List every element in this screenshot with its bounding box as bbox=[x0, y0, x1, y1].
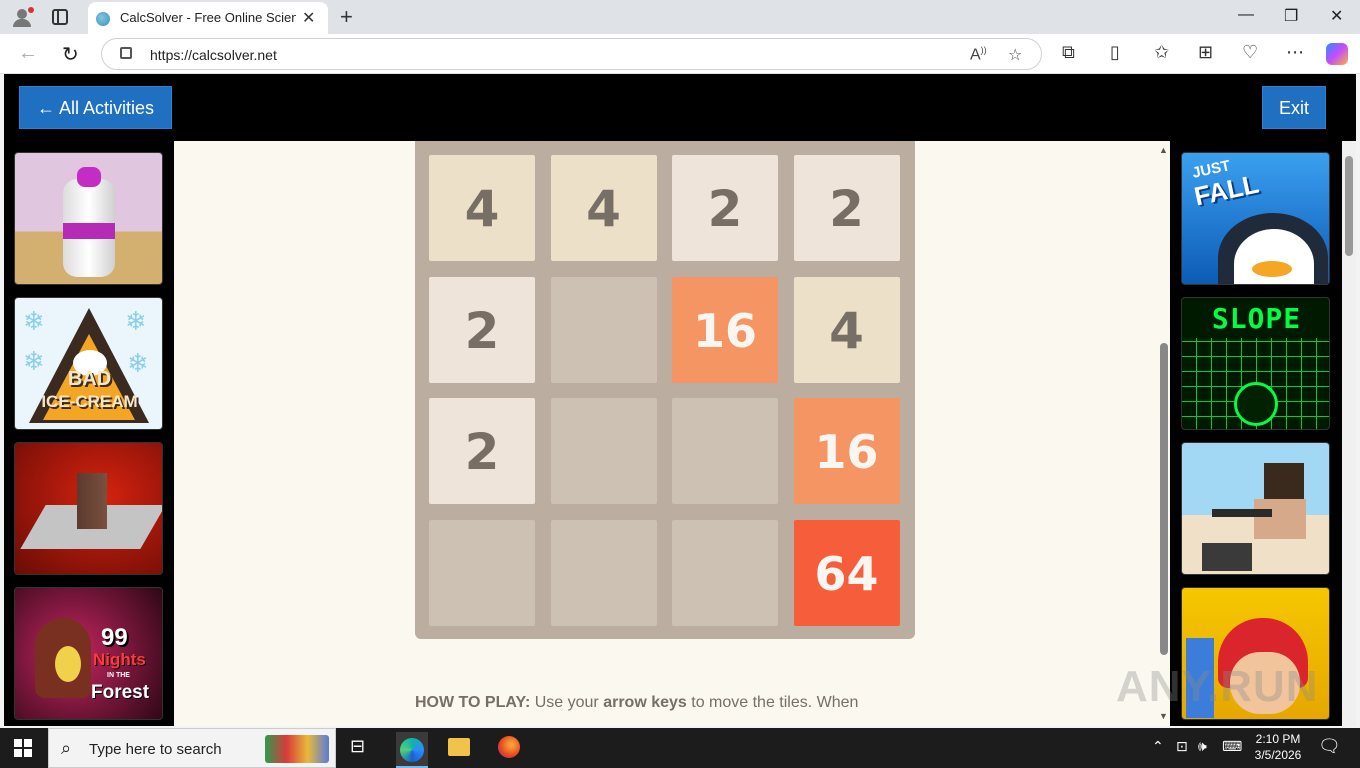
iframe-scroll-thumb[interactable] bbox=[1160, 343, 1168, 655]
address-toolbar: ← ↻ https://calcsolver.net A)) ☆ ⧉ ▯ ✩ ⊞… bbox=[0, 34, 1360, 74]
volume-icon[interactable]: 🕪 bbox=[1198, 738, 1207, 755]
game-thumb-cube[interactable] bbox=[14, 442, 163, 575]
tile-2: 2 bbox=[672, 155, 778, 261]
taskbar-clock[interactable]: 2:10 PM 3/5/2026 bbox=[1248, 731, 1308, 763]
browser-tab-bar: CalcSolver - Free Online Scientific Calc… bbox=[0, 0, 1360, 34]
extensions-icon[interactable]: ⧉ bbox=[1062, 42, 1075, 63]
tile-empty bbox=[550, 276, 657, 383]
exit-button[interactable]: Exit bbox=[1262, 86, 1326, 129]
favorite-star-icon[interactable]: ☆ bbox=[1008, 45, 1022, 65]
address-bar[interactable]: https://calcsolver.net A)) ☆ bbox=[101, 38, 1042, 70]
profile-icon[interactable] bbox=[10, 6, 34, 28]
windows-start-icon[interactable] bbox=[14, 739, 32, 757]
taskbar-search-placeholder: Type here to search bbox=[89, 741, 222, 758]
network-icon[interactable]: ⊡ bbox=[1176, 738, 1188, 755]
more-icon[interactable]: ⋯ bbox=[1286, 42, 1304, 63]
game-content-area: 4 4 2 2 2 16 4 2 16 64 HOW TO PLAY: Use your arro… bbox=[174, 141, 1170, 726]
url-text[interactable]: https://calcsolver.net bbox=[150, 47, 277, 63]
bad-ice-cream-logo-top: BAD bbox=[67, 368, 112, 390]
tile-2: 2 bbox=[429, 398, 535, 504]
tab-title: CalcSolver - Free Online Scientific Calc… bbox=[120, 10, 296, 25]
tile-4: 4 bbox=[429, 155, 535, 261]
how-to-play-text-2: to move the tiles. When bbox=[686, 694, 859, 711]
right-game-list: JUST FALL SLOPE bbox=[1181, 152, 1330, 726]
notifications-icon[interactable]: 🗨 bbox=[1318, 736, 1341, 757]
search-highlight-gifts-icon[interactable] bbox=[265, 735, 329, 763]
site-favicon-icon bbox=[96, 12, 110, 26]
collections-icon[interactable]: ⊞ bbox=[1198, 42, 1213, 63]
tile-2: 2 bbox=[793, 155, 900, 261]
nights-logo-in-the: IN THE bbox=[107, 672, 130, 679]
tile-empty bbox=[672, 519, 778, 626]
game-thumb-shooter[interactable] bbox=[1181, 442, 1330, 575]
how-to-play-label: HOW TO PLAY: bbox=[415, 694, 531, 711]
new-tab-button[interactable]: + bbox=[340, 4, 353, 30]
tile-64: 64 bbox=[793, 519, 900, 626]
lock-icon[interactable] bbox=[120, 47, 132, 59]
how-to-play-text: HOW TO PLAY: Use your arrow keys to move… bbox=[415, 694, 858, 712]
nights-logo-99: 99 bbox=[101, 624, 128, 651]
nights-logo-nights: Nights bbox=[93, 650, 146, 669]
tile-2: 2 bbox=[429, 276, 535, 383]
game-thumb-bad-ice-cream[interactable]: ❄ ❄ ❄ ❄ BAD ICE-CREAM bbox=[14, 297, 163, 430]
how-to-play-arrow-keys: arrow keys bbox=[603, 694, 687, 711]
scroll-up-arrow-icon[interactable]: ▲ bbox=[1159, 145, 1168, 155]
task-view-icon[interactable]: ⊟ bbox=[350, 736, 376, 760]
firefox-icon[interactable] bbox=[498, 736, 520, 758]
page-scroll-thumb[interactable] bbox=[1345, 156, 1353, 256]
clock-time: 2:10 PM bbox=[1255, 732, 1301, 746]
nights-logo-forest: Forest bbox=[91, 682, 150, 703]
tile-4: 4 bbox=[550, 155, 657, 261]
browser-essentials-icon[interactable]: ♡ bbox=[1242, 42, 1258, 63]
search-icon: ⌕ bbox=[61, 738, 72, 758]
page-viewport: ← All Activities Exit ❄ ❄ ❄ ❄ BAD ICE-CR… bbox=[4, 74, 1356, 726]
split-screen-icon[interactable]: ▯ bbox=[1110, 42, 1120, 63]
scroll-down-arrow-icon[interactable]: ▼ bbox=[1159, 711, 1168, 721]
page-scrollbar[interactable] bbox=[1342, 141, 1356, 726]
tile-16: 16 bbox=[672, 276, 778, 383]
tile-empty bbox=[429, 519, 535, 626]
game-thumb-just-fall[interactable]: JUST FALL bbox=[1181, 152, 1330, 285]
how-to-play-text-1: Use your bbox=[530, 694, 604, 711]
minimize-button[interactable]: — bbox=[1238, 6, 1254, 24]
slope-logo: SLOPE bbox=[1211, 302, 1302, 335]
left-game-list: ❄ ❄ ❄ ❄ BAD ICE-CREAM 99 Nights IN THE F… bbox=[14, 152, 163, 726]
tile-empty bbox=[672, 398, 778, 504]
tile-16: 16 bbox=[793, 398, 900, 504]
game-thumb-slope[interactable]: SLOPE bbox=[1181, 297, 1330, 430]
clock-date: 3/5/2026 bbox=[1254, 748, 1302, 762]
game-thumb-99-nights[interactable]: 99 Nights IN THE Forest bbox=[14, 587, 163, 720]
tab-close-icon[interactable]: ✕ bbox=[302, 8, 315, 28]
tile-empty bbox=[550, 398, 657, 504]
taskbar-search-box[interactable]: ⌕ Type here to search bbox=[48, 728, 336, 768]
copilot-icon[interactable] bbox=[1326, 43, 1348, 65]
edge-taskbar-icon[interactable] bbox=[396, 732, 428, 768]
favorites-icon[interactable]: ✩ bbox=[1154, 42, 1169, 63]
tile-empty bbox=[550, 519, 657, 626]
all-activities-button[interactable]: ← All Activities bbox=[19, 86, 172, 129]
reload-button[interactable]: ↻ bbox=[62, 42, 79, 67]
windows-taskbar: ⌕ Type here to search ⊟ ⌃ ⊡ 🕪 ⌨ 2:10 PM … bbox=[0, 728, 1360, 768]
browser-tab[interactable]: CalcSolver - Free Online Scientific Calc… bbox=[88, 2, 328, 34]
back-button[interactable]: ← bbox=[18, 42, 38, 65]
show-hidden-icons-chevron-icon[interactable]: ⌃ bbox=[1152, 738, 1164, 755]
game-thumb-bottle-flip[interactable] bbox=[14, 152, 163, 285]
tab-actions-icon[interactable] bbox=[52, 9, 68, 25]
anyrun-watermark: ANY.RUN bbox=[1116, 662, 1319, 711]
maximize-button[interactable]: ❐ bbox=[1284, 6, 1298, 26]
file-explorer-icon[interactable] bbox=[448, 738, 470, 756]
close-window-button[interactable]: ✕ bbox=[1330, 6, 1343, 26]
tile-4: 4 bbox=[793, 276, 900, 383]
read-aloud-icon[interactable]: A)) bbox=[970, 45, 987, 64]
bad-ice-cream-logo-bottom: ICE-CREAM bbox=[41, 392, 138, 411]
iframe-scrollbar[interactable]: ▲ ▼ bbox=[1158, 141, 1170, 726]
input-method-icon[interactable]: ⌨ bbox=[1222, 738, 1242, 755]
game-board-2048[interactable]: 4 4 2 2 2 16 4 2 16 64 bbox=[415, 141, 915, 639]
